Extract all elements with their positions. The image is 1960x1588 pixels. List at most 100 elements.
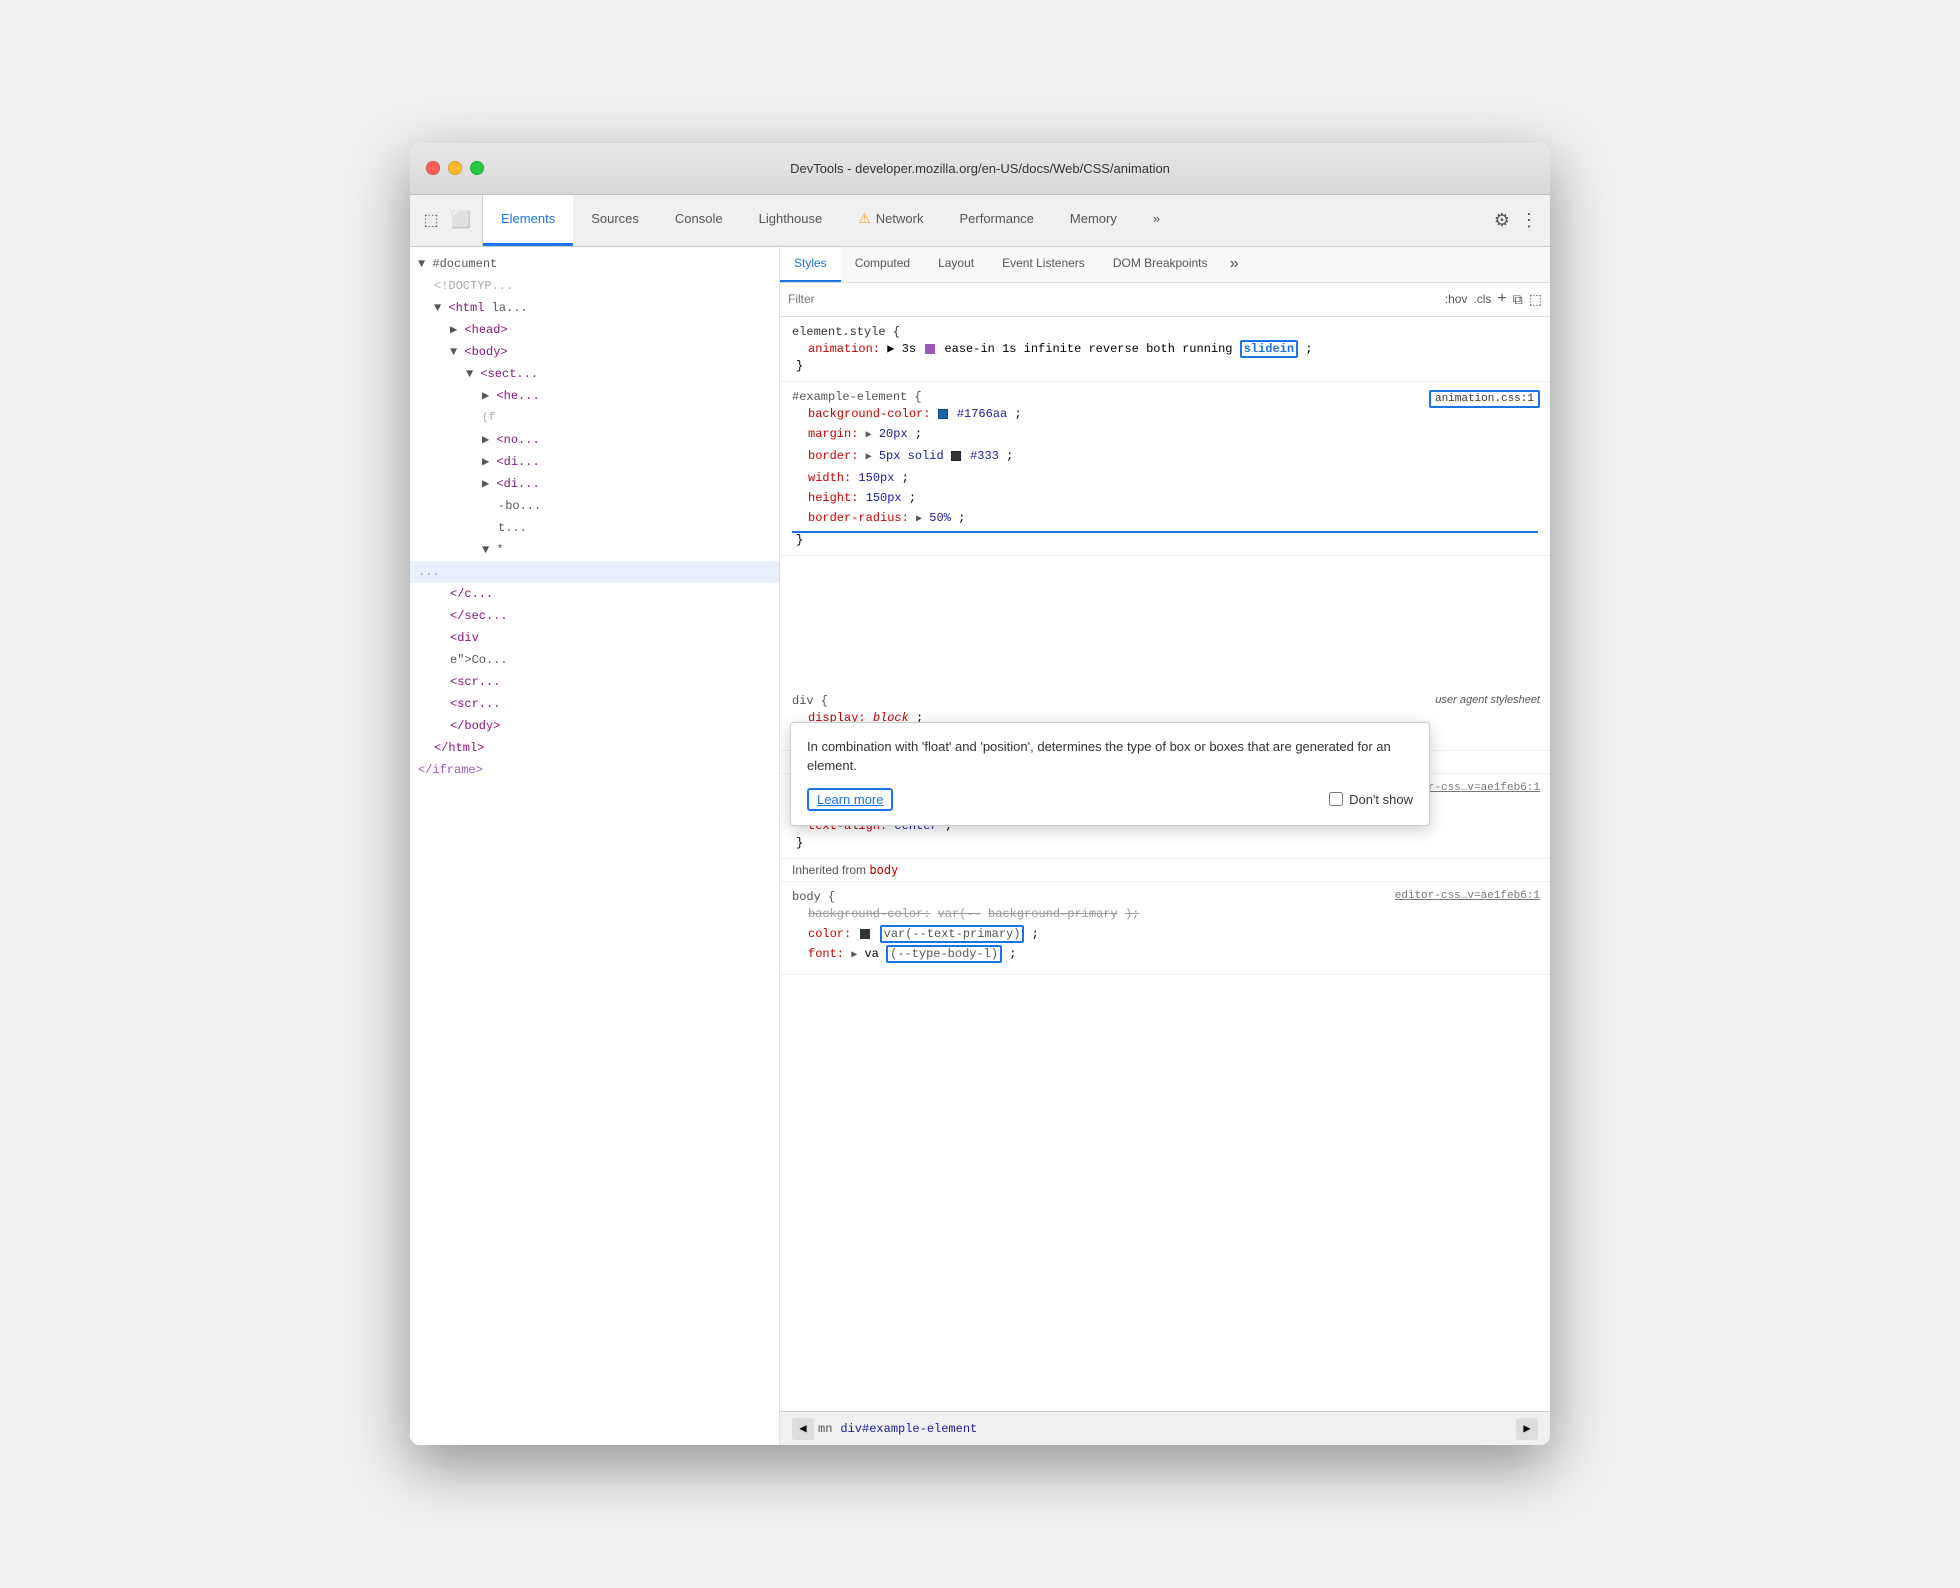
- tab-performance[interactable]: Performance: [941, 195, 1051, 246]
- list-item[interactable]: ▼ <html la...: [410, 297, 779, 319]
- titlebar: DevTools - developer.mozilla.org/en-US/d…: [410, 143, 1550, 195]
- font-expand[interactable]: ▶: [851, 950, 857, 961]
- css-prop-height[interactable]: height: 150px ;: [792, 488, 1538, 508]
- sub-tab-event-listeners[interactable]: Event Listeners: [988, 247, 1099, 282]
- css-prop-width[interactable]: width: 150px ;: [792, 468, 1538, 488]
- css-prop-body-bg[interactable]: background-color: var(-- background-prim…: [792, 904, 1538, 924]
- css-close-brace-output: }: [792, 836, 1538, 850]
- breadcrumb-bar: ◀ mn div#example-element ▶: [780, 1411, 1550, 1445]
- tab-memory-label: Memory: [1070, 211, 1117, 226]
- list-item[interactable]: ▼ <body>: [410, 341, 779, 363]
- css-property-animation[interactable]: animation: ▶ 3s ease-in 1s infinite reve…: [792, 339, 1538, 359]
- sub-tab-styles[interactable]: Styles: [780, 247, 841, 282]
- tooltip-text: In combination with 'float' and 'positio…: [807, 737, 1413, 776]
- list-item[interactable]: ▶ <di...: [410, 473, 779, 495]
- css-source-body[interactable]: editor-css…v=ae1feb6:1: [1395, 890, 1540, 902]
- dont-show-checkbox[interactable]: [1329, 792, 1343, 806]
- inherited-from-body: Inherited from body: [780, 859, 1550, 882]
- sub-tab-layout-label: Layout: [938, 256, 974, 270]
- animation-color-swatch: [925, 344, 935, 354]
- tab-sources[interactable]: Sources: [573, 195, 657, 246]
- list-item[interactable]: <scr...: [410, 693, 779, 715]
- list-item[interactable]: (f: [410, 407, 779, 429]
- body-font-value: (--type-body-l): [886, 945, 1002, 963]
- list-item[interactable]: </html>: [410, 737, 779, 759]
- slidein-value: slidein: [1240, 340, 1298, 358]
- list-item[interactable]: ▼ <sect...: [410, 363, 779, 385]
- list-item[interactable]: </sec...: [410, 605, 779, 627]
- inspector-icon[interactable]: ⬚: [420, 209, 442, 231]
- tab-network[interactable]: ⚠ Network: [840, 195, 941, 246]
- window-title: DevTools - developer.mozilla.org/en-US/d…: [790, 161, 1170, 176]
- list-item[interactable]: ▼ #document: [410, 253, 779, 275]
- toggle-sidebar-button[interactable]: ⬚: [1529, 291, 1542, 308]
- tab-elements-label: Elements: [501, 211, 555, 226]
- list-item[interactable]: </iframe>: [410, 759, 779, 781]
- list-item[interactable]: <div: [410, 627, 779, 649]
- tab-network-label: Network: [876, 211, 924, 226]
- devtools-window: DevTools - developer.mozilla.org/en-US/d…: [410, 143, 1550, 1445]
- breadcrumb-example-element[interactable]: div#example-element: [836, 1422, 981, 1436]
- settings-icon[interactable]: ⚙: [1494, 210, 1510, 231]
- tab-more[interactable]: »: [1135, 195, 1178, 246]
- list-item[interactable]: ▶ <di...: [410, 451, 779, 473]
- tab-lighthouse[interactable]: Lighthouse: [741, 195, 841, 246]
- dont-show-container: Don't show: [1329, 792, 1413, 807]
- list-item: ...: [410, 561, 779, 583]
- list-item[interactable]: </c...: [410, 583, 779, 605]
- add-rule-button[interactable]: +: [1497, 290, 1506, 308]
- styles-panel: Styles Computed Layout Event Listeners D…: [780, 247, 1550, 1445]
- elements-panel: ▼ #document <!DOCTYP... ▼ <html la... ▶ …: [410, 247, 780, 1445]
- css-prop-border[interactable]: border: ▶ 5px solid #333 ;: [792, 446, 1538, 468]
- minimize-button[interactable]: [448, 161, 462, 175]
- list-item[interactable]: ▼ *: [410, 539, 779, 561]
- body-link[interactable]: body: [869, 863, 898, 877]
- sub-tab-computed[interactable]: Computed: [841, 247, 924, 282]
- breadcrumb-mn[interactable]: mn: [814, 1422, 836, 1436]
- margin-expand[interactable]: ▶: [866, 430, 872, 441]
- list-item[interactable]: t...: [410, 517, 779, 539]
- list-item[interactable]: ▶ <head>: [410, 319, 779, 341]
- list-item[interactable]: <!DOCTYP...: [410, 275, 779, 297]
- device-icon[interactable]: ⬜: [450, 209, 472, 231]
- css-prop-bg[interactable]: background-color: #1766aa ;: [792, 404, 1538, 424]
- css-prop-border-radius[interactable]: border-radius: ▶ 50% ;: [792, 508, 1538, 533]
- breadcrumb-left-arrow[interactable]: ◀: [792, 1418, 814, 1440]
- list-item[interactable]: e">Co...: [410, 649, 779, 671]
- tab-memory[interactable]: Memory: [1052, 195, 1135, 246]
- css-prop-body-color[interactable]: color: var(--text-primary) ;: [792, 924, 1538, 944]
- breadcrumb-nav: ▶: [1516, 1418, 1538, 1440]
- sub-tab-more[interactable]: »: [1222, 247, 1248, 282]
- styles-content: element.style { animation: ▶ 3s ease-in …: [780, 317, 1550, 1411]
- tab-console[interactable]: Console: [657, 195, 741, 246]
- cls-button[interactable]: .cls: [1473, 292, 1491, 306]
- radius-expand[interactable]: ▶: [916, 514, 922, 525]
- close-button[interactable]: [426, 161, 440, 175]
- list-item[interactable]: <scr...: [410, 671, 779, 693]
- list-item[interactable]: ▶ <he...: [410, 385, 779, 407]
- filter-input[interactable]: [788, 292, 1437, 306]
- breadcrumb-right-arrow[interactable]: ▶: [1516, 1418, 1538, 1440]
- css-prop-margin[interactable]: margin: ▶ 20px ;: [792, 424, 1538, 446]
- css-source-animation[interactable]: animation.css:1: [1429, 390, 1540, 408]
- more-options-icon[interactable]: ⋮: [1520, 210, 1538, 231]
- hov-button[interactable]: :hov: [1445, 292, 1468, 306]
- css-prop-body-font[interactable]: font: ▶ va (--type-body-l) ;: [792, 944, 1538, 966]
- tab-elements[interactable]: Elements: [483, 195, 573, 246]
- copy-button[interactable]: ⧉: [1513, 291, 1523, 308]
- list-item[interactable]: -bo...: [410, 495, 779, 517]
- border-color-swatch: [951, 451, 961, 461]
- maximize-button[interactable]: [470, 161, 484, 175]
- css-block-element-style: element.style { animation: ▶ 3s ease-in …: [780, 317, 1550, 382]
- toolbar-icons: ⬚ ⬜: [410, 195, 483, 246]
- list-item[interactable]: </body>: [410, 715, 779, 737]
- sub-tab-dom-breakpoints[interactable]: DOM Breakpoints: [1099, 247, 1222, 282]
- border-expand[interactable]: ▶: [866, 452, 872, 463]
- learn-more-link[interactable]: Learn more: [807, 788, 893, 811]
- sub-tab-styles-label: Styles: [794, 256, 827, 270]
- list-item[interactable]: ▶ <no...: [410, 429, 779, 451]
- sub-tab-layout[interactable]: Layout: [924, 247, 988, 282]
- filter-bar: :hov .cls + ⧉ ⬚: [780, 283, 1550, 317]
- ua-selector: div {: [792, 694, 1538, 708]
- devtools-toolbar: ⬚ ⬜ Elements Sources Console Lighthouse …: [410, 195, 1550, 247]
